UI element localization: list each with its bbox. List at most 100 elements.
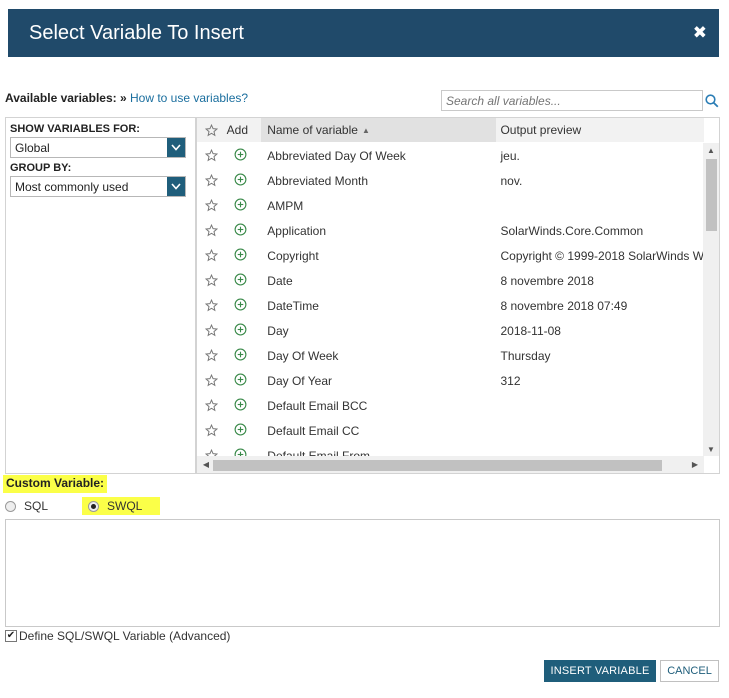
help-link[interactable]: How to use variables? bbox=[130, 91, 248, 105]
show-variables-value: Global bbox=[15, 141, 50, 155]
output-preview: SolarWinds.Core.Common bbox=[500, 223, 644, 238]
plus-circle-icon[interactable] bbox=[234, 373, 247, 389]
cancel-button[interactable]: CANCEL bbox=[660, 660, 719, 682]
star-outline-icon bbox=[197, 123, 227, 137]
advanced-option[interactable]: ✔ Define SQL/SWQL Variable (Advanced) bbox=[5, 629, 230, 643]
add-variable-button[interactable] bbox=[227, 323, 262, 339]
add-variable-button[interactable] bbox=[227, 373, 262, 389]
table-row[interactable]: AMPM bbox=[197, 193, 704, 218]
show-variables-select[interactable]: Global bbox=[10, 137, 186, 158]
add-variable-button[interactable] bbox=[227, 298, 262, 314]
variable-name: Copyright bbox=[267, 248, 319, 263]
table-row[interactable]: Day Of Week Thursday bbox=[197, 343, 704, 368]
plus-circle-icon[interactable] bbox=[234, 173, 247, 189]
add-variable-button[interactable] bbox=[227, 173, 262, 189]
plus-circle-icon[interactable] bbox=[234, 398, 247, 414]
add-variable-button[interactable] bbox=[227, 223, 262, 239]
column-header-name[interactable]: Name of variable ▲ bbox=[261, 118, 497, 142]
custom-query-textarea[interactable] bbox=[5, 519, 720, 627]
plus-circle-icon[interactable] bbox=[234, 423, 247, 439]
star-outline-icon[interactable] bbox=[197, 274, 227, 287]
table-row[interactable]: Date 8 novembre 2018 bbox=[197, 268, 704, 293]
table-row[interactable]: Day 2018-11-08 bbox=[197, 318, 704, 343]
separator: » bbox=[119, 91, 127, 105]
horizontal-scroll-thumb[interactable] bbox=[213, 460, 662, 471]
star-outline-icon[interactable] bbox=[197, 199, 227, 212]
horizontal-scrollbar[interactable]: ◀ ▶ bbox=[197, 456, 704, 473]
add-variable-button[interactable] bbox=[227, 198, 262, 214]
table-row[interactable]: Abbreviated Day Of Week jeu. bbox=[197, 143, 704, 168]
star-outline-icon[interactable] bbox=[197, 149, 227, 162]
insert-variable-button[interactable]: INSERT VARIABLE bbox=[544, 660, 656, 682]
add-variable-button[interactable] bbox=[227, 148, 262, 164]
variable-name: Default Email BCC bbox=[267, 398, 368, 413]
close-icon[interactable]: ✖ bbox=[693, 23, 707, 43]
table-row[interactable]: Application SolarWinds.Core.Common bbox=[197, 218, 704, 243]
radio-swql[interactable]: SWQL bbox=[82, 497, 161, 515]
star-outline-icon[interactable] bbox=[197, 249, 227, 262]
plus-circle-icon[interactable] bbox=[234, 448, 247, 456]
radio-sql[interactable]: SQL bbox=[5, 497, 48, 515]
search-input[interactable] bbox=[441, 90, 703, 111]
chevron-down-icon[interactable] bbox=[167, 177, 185, 196]
radio-swql-button[interactable] bbox=[88, 500, 99, 512]
add-variable-button[interactable] bbox=[227, 423, 262, 439]
star-outline-icon[interactable] bbox=[197, 424, 227, 437]
star-outline-icon[interactable] bbox=[197, 374, 227, 387]
plus-circle-icon[interactable] bbox=[234, 323, 247, 339]
table-row[interactable]: Default Email From bbox=[197, 443, 704, 456]
star-outline-icon[interactable] bbox=[197, 449, 227, 456]
vertical-scrollbar[interactable]: ▲ ▼ bbox=[703, 143, 719, 456]
available-variables-label: Available variables: bbox=[5, 91, 117, 105]
advanced-checkbox[interactable]: ✔ bbox=[5, 630, 17, 642]
dialog-title-bar: Select Variable To Insert ✖ bbox=[8, 9, 719, 57]
group-by-value: Most commonly used bbox=[15, 180, 129, 194]
group-by-select[interactable]: Most commonly used bbox=[10, 176, 186, 197]
output-preview: nov. bbox=[500, 173, 523, 188]
scroll-up-icon[interactable]: ▲ bbox=[703, 143, 719, 157]
add-variable-button[interactable] bbox=[227, 248, 262, 264]
table-row[interactable]: Abbreviated Month nov. bbox=[197, 168, 704, 193]
table-row[interactable]: Copyright Copyright © 1999-2018 SolarWind… bbox=[197, 243, 704, 268]
star-outline-icon[interactable] bbox=[197, 224, 227, 237]
variable-name: Default Email CC bbox=[267, 423, 360, 438]
search-box bbox=[441, 90, 720, 111]
plus-circle-icon[interactable] bbox=[234, 223, 247, 239]
table-row[interactable]: Default Email BCC bbox=[197, 393, 704, 418]
star-outline-icon[interactable] bbox=[197, 174, 227, 187]
table-row[interactable]: Default Email CC bbox=[197, 418, 704, 443]
scroll-down-icon[interactable]: ▼ bbox=[703, 442, 719, 456]
available-variables-header: Available variables: » How to use variab… bbox=[5, 91, 248, 105]
column-header-output[interactable]: Output preview bbox=[496, 123, 704, 137]
plus-circle-icon[interactable] bbox=[234, 273, 247, 289]
grid-rows: Abbreviated Day Of Week jeu. Abbreviated M… bbox=[197, 143, 704, 456]
table-row[interactable]: Day Of Year 312 bbox=[197, 368, 704, 393]
chevron-down-icon[interactable] bbox=[167, 138, 185, 157]
variables-grid: Add Name of variable ▲ Output preview Ab… bbox=[196, 117, 720, 474]
advanced-label: Define SQL/SWQL Variable (Advanced) bbox=[19, 629, 231, 643]
star-outline-icon[interactable] bbox=[197, 299, 227, 312]
star-outline-icon[interactable] bbox=[197, 349, 227, 362]
search-icon[interactable] bbox=[703, 90, 720, 111]
star-outline-icon[interactable] bbox=[197, 399, 227, 412]
table-row[interactable]: DateTime 8 novembre 2018 07:49 bbox=[197, 293, 704, 318]
vertical-scroll-thumb[interactable] bbox=[706, 159, 717, 231]
plus-circle-icon[interactable] bbox=[234, 248, 247, 264]
radio-sql-label: SQL bbox=[24, 499, 49, 513]
scroll-right-icon[interactable]: ▶ bbox=[688, 456, 702, 473]
plus-circle-icon[interactable] bbox=[234, 348, 247, 364]
variable-name: Abbreviated Month bbox=[267, 173, 369, 188]
output-preview: 312 bbox=[500, 373, 521, 388]
group-by-label: GROUP BY: bbox=[10, 162, 72, 174]
plus-circle-icon[interactable] bbox=[234, 148, 247, 164]
add-variable-button[interactable] bbox=[227, 448, 262, 456]
plus-circle-icon[interactable] bbox=[234, 298, 247, 314]
add-variable-button[interactable] bbox=[227, 398, 262, 414]
radio-sql-button[interactable] bbox=[5, 500, 16, 512]
output-preview: jeu. bbox=[500, 148, 520, 163]
plus-circle-icon[interactable] bbox=[234, 198, 247, 214]
scroll-left-icon[interactable]: ◀ bbox=[199, 456, 213, 473]
add-variable-button[interactable] bbox=[227, 348, 262, 364]
star-outline-icon[interactable] bbox=[197, 324, 227, 337]
add-variable-button[interactable] bbox=[227, 273, 262, 289]
